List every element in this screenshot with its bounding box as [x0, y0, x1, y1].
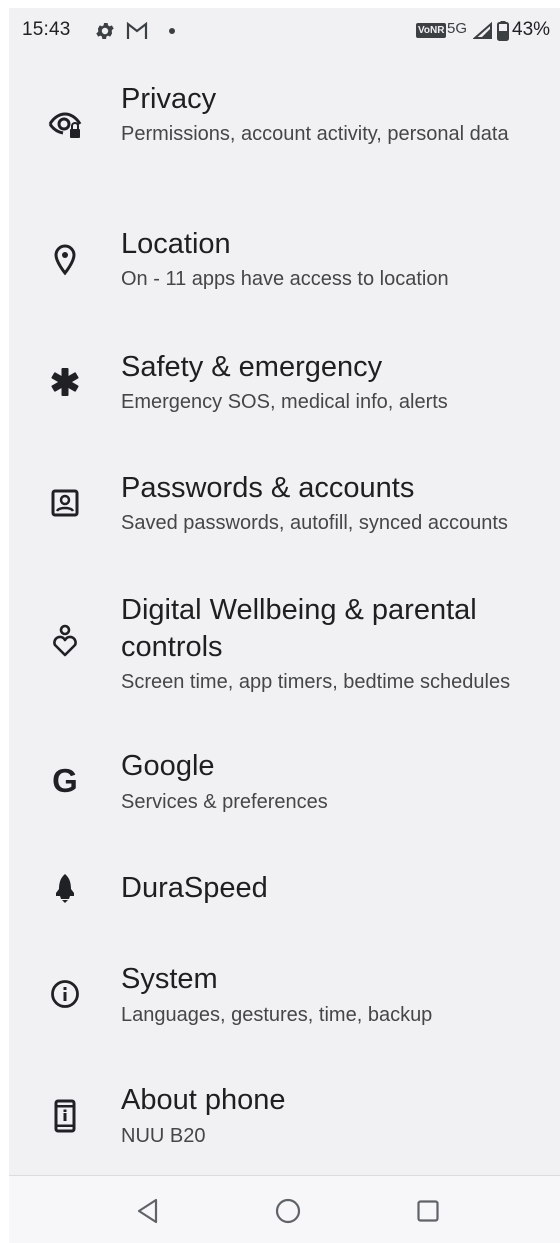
settings-screen: 15:43 VoNR 5G 43% Privacy Permissions, a… — [9, 8, 560, 1243]
home-circle-icon[interactable] — [273, 1196, 303, 1226]
navigation-bar — [9, 1175, 560, 1243]
settings-item-duraspeed[interactable]: DuraSpeed — [9, 868, 560, 938]
status-bar: 15:43 VoNR 5G 43% — [9, 8, 560, 54]
settings-item-passwords-accounts[interactable]: Passwords & accounts Saved passwords, au… — [9, 467, 560, 557]
vonr-badge: VoNR — [416, 23, 447, 38]
phone-info-icon — [45, 1096, 85, 1136]
item-subtitle: NUU B20 — [121, 1125, 206, 1147]
settings-item-safety-emergency[interactable]: Safety & emergency Emergency SOS, medica… — [9, 346, 560, 436]
wellbeing-heart-icon — [45, 621, 85, 661]
item-subtitle: Emergency SOS, medical info, alerts — [121, 391, 448, 413]
settings-item-google[interactable]: G Google Services & preferences — [9, 746, 560, 836]
gear-icon — [94, 20, 116, 47]
item-title: Digital Wellbeing & parental controls — [121, 594, 477, 663]
item-subtitle: On - 11 apps have access to location — [121, 268, 449, 290]
info-circle-icon — [45, 974, 85, 1014]
settings-item-system[interactable]: System Languages, gestures, time, backup — [9, 959, 560, 1049]
item-title: Passwords & accounts — [121, 472, 415, 504]
signal-icon — [472, 21, 493, 45]
settings-item-privacy[interactable]: Privacy Permissions, account activity, p… — [9, 78, 560, 190]
item-title: About phone — [121, 1084, 286, 1116]
location-pin-icon — [45, 240, 85, 280]
item-title: Privacy — [121, 83, 217, 115]
item-subtitle: Permissions, account activity, personal … — [121, 123, 509, 145]
item-title: Google — [121, 750, 215, 782]
status-time: 15:43 — [22, 19, 71, 40]
item-title: System — [121, 963, 218, 995]
item-subtitle: Languages, gestures, time, backup — [121, 1004, 433, 1026]
account-box-icon — [45, 483, 85, 523]
item-subtitle: Services & preferences — [121, 791, 328, 813]
item-subtitle: Screen time, app timers, bedtime schedul… — [121, 671, 511, 693]
item-title: Location — [121, 228, 231, 260]
item-subtitle: Saved passwords, autofill, synced accoun… — [121, 512, 508, 534]
asterisk-emergency-icon — [45, 362, 85, 402]
item-title: DuraSpeed — [121, 872, 268, 904]
recents-square-icon[interactable] — [413, 1196, 443, 1226]
google-g-icon: G — [45, 761, 85, 801]
battery-icon — [497, 21, 509, 46]
rocket-icon — [45, 868, 85, 908]
back-triangle-icon[interactable] — [133, 1196, 163, 1226]
network-type: 5G — [447, 20, 468, 37]
privacy-eye-lock-icon — [45, 105, 85, 145]
battery-percent: 43% — [512, 19, 551, 40]
notification-dot — [169, 28, 175, 34]
settings-item-digital-wellbeing[interactable]: Digital Wellbeing & parental controls Sc… — [9, 589, 560, 705]
settings-item-about-phone[interactable]: About phone NUU B20 — [9, 1080, 560, 1170]
settings-item-location[interactable]: Location On - 11 apps have access to loc… — [9, 224, 560, 314]
gmail-icon — [125, 20, 149, 47]
google-letter: G — [52, 762, 78, 799]
item-title: Safety & emergency — [121, 351, 383, 383]
